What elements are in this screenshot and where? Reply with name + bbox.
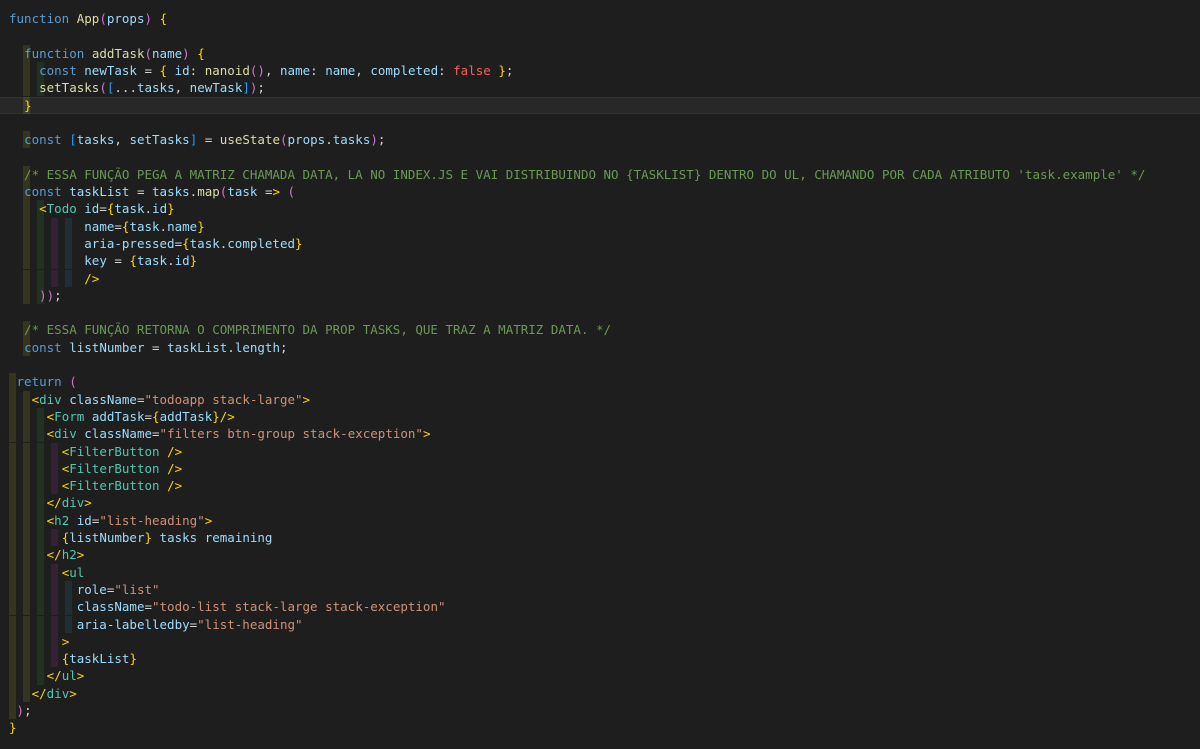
- code-text: <div className="todoapp stack-large">: [31, 391, 311, 407]
- code-text: </ul>: [46, 668, 85, 684]
- code-text: name={task.name}: [84, 218, 205, 234]
- code-line[interactable]: ));: [0, 286, 1200, 305]
- code-line[interactable]: <Form addTask={addTask}/>: [0, 407, 1200, 426]
- code-line[interactable]: </ul>: [0, 667, 1200, 685]
- code-line[interactable]: }: [0, 719, 1200, 736]
- code-line[interactable]: aria-pressed={task.completed}: [0, 234, 1200, 253]
- code-line[interactable]: [0, 304, 1200, 321]
- code-text: const newTask = { id: nanoid(), name: na…: [39, 62, 514, 78]
- code-line[interactable]: </h2>: [0, 546, 1200, 564]
- code-text: role="list": [76, 581, 160, 597]
- code-text: >: [61, 633, 70, 649]
- code-line[interactable]: }: [0, 96, 1200, 114]
- code-text: </div>: [31, 685, 77, 701]
- code-line[interactable]: /* ESSA FUNÇÃO RETORNA O COMPRIMENTO DA …: [0, 321, 1200, 339]
- code-line[interactable]: function App(props) {: [0, 10, 1200, 27]
- code-line[interactable]: const taskList = tasks.map(task => (: [0, 183, 1200, 201]
- code-line[interactable]: [0, 356, 1200, 373]
- code-text: <Todo id={task.id}: [39, 201, 175, 217]
- code-text: aria-labelledby="list-heading": [76, 616, 303, 632]
- code-line[interactable]: function addTask(name) {: [0, 44, 1200, 62]
- code-text: ));: [39, 287, 62, 303]
- code-text: {listNumber} tasks remaining: [61, 530, 273, 545]
- code-text: {taskList}: [61, 651, 137, 667]
- code-text: className="todo-list stack-large stack-e…: [76, 599, 446, 615]
- code-text: </div>: [46, 495, 92, 511]
- code-line[interactable]: <div className="todoapp stack-large">: [0, 390, 1200, 408]
- code-line[interactable]: return (: [0, 373, 1200, 391]
- code-line[interactable]: <h2 id="list-heading">: [0, 511, 1200, 529]
- code-text: <h2 id="list-heading">: [46, 512, 213, 528]
- code-line[interactable]: role="list": [0, 580, 1200, 599]
- code-line[interactable]: setTasks([...tasks, newTask]);: [0, 79, 1200, 97]
- code-line[interactable]: <FilterButton />: [0, 477, 1200, 495]
- code-line[interactable]: [0, 27, 1200, 44]
- code-line[interactable]: <Todo id={task.id}: [0, 200, 1200, 218]
- code-line[interactable]: />: [0, 269, 1200, 287]
- code-line[interactable]: const [tasks, setTasks] = useState(props…: [0, 131, 1200, 149]
- code-text: function addTask(name) {: [24, 45, 205, 61]
- code-text: </h2>: [46, 547, 85, 563]
- code-line[interactable]: key = {task.id}: [0, 252, 1200, 270]
- code-line[interactable]: <ul: [0, 563, 1200, 581]
- code-text: );: [16, 703, 32, 718]
- code-text: const [tasks, setTasks] = useState(props…: [24, 132, 386, 148]
- code-line[interactable]: [0, 114, 1200, 131]
- code-line[interactable]: className="todo-list stack-large stack-e…: [0, 598, 1200, 616]
- code-text: <FilterButton />: [61, 443, 183, 459]
- code-text: }: [24, 97, 32, 113]
- code-line[interactable]: <FilterButton />: [0, 459, 1200, 478]
- code-text: const listNumber = taskList.length;: [24, 339, 288, 355]
- code-text: return (: [16, 374, 77, 390]
- code-text: <FilterButton />: [61, 460, 183, 476]
- code-line[interactable]: name={task.name}: [0, 217, 1200, 235]
- code-text: <ul: [61, 564, 85, 580]
- code-text: aria-pressed={task.completed}: [84, 235, 303, 251]
- code-text: setTasks([...tasks, newTask]);: [39, 80, 265, 96]
- code-text: key = {task.id}: [84, 253, 198, 269]
- code-text: function App(props) {: [9, 11, 168, 26]
- code-line[interactable]: [0, 148, 1200, 165]
- code-text: />: [84, 270, 100, 286]
- code-line[interactable]: /* ESSA FUNÇÃO PEGA A MATRIZ CHAMADA DAT…: [0, 165, 1200, 183]
- code-line[interactable]: const listNumber = taskList.length;: [0, 338, 1200, 356]
- code-line[interactable]: );: [0, 702, 1200, 720]
- code-line[interactable]: <FilterButton />: [0, 442, 1200, 460]
- code-text: /* ESSA FUNÇÃO PEGA A MATRIZ CHAMADA DAT…: [9, 166, 1146, 182]
- code-line[interactable]: aria-labelledby="list-heading": [0, 615, 1200, 633]
- code-line[interactable]: const newTask = { id: nanoid(), name: na…: [0, 61, 1200, 80]
- code-line[interactable]: {taskList}: [0, 650, 1200, 668]
- code-text: /* ESSA FUNÇÃO RETORNA O COMPRIMENTO DA …: [9, 322, 612, 338]
- code-editor[interactable]: function App(props) { function addTask(n…: [0, 0, 1200, 749]
- code-text: <Form addTask={addTask}/>: [46, 408, 235, 424]
- code-text: <div className="filters btn-group stack-…: [46, 426, 431, 442]
- code-line[interactable]: >: [0, 632, 1200, 651]
- code-text: <FilterButton />: [61, 478, 183, 494]
- code-text: }: [9, 720, 17, 736]
- code-text: const taskList = tasks.map(task => (: [24, 184, 296, 199]
- code-line[interactable]: </div>: [0, 494, 1200, 512]
- code-line[interactable]: {listNumber} tasks remaining: [0, 529, 1200, 547]
- code-line[interactable]: </div>: [0, 684, 1200, 702]
- code-line[interactable]: <div className="filters btn-group stack-…: [0, 425, 1200, 443]
